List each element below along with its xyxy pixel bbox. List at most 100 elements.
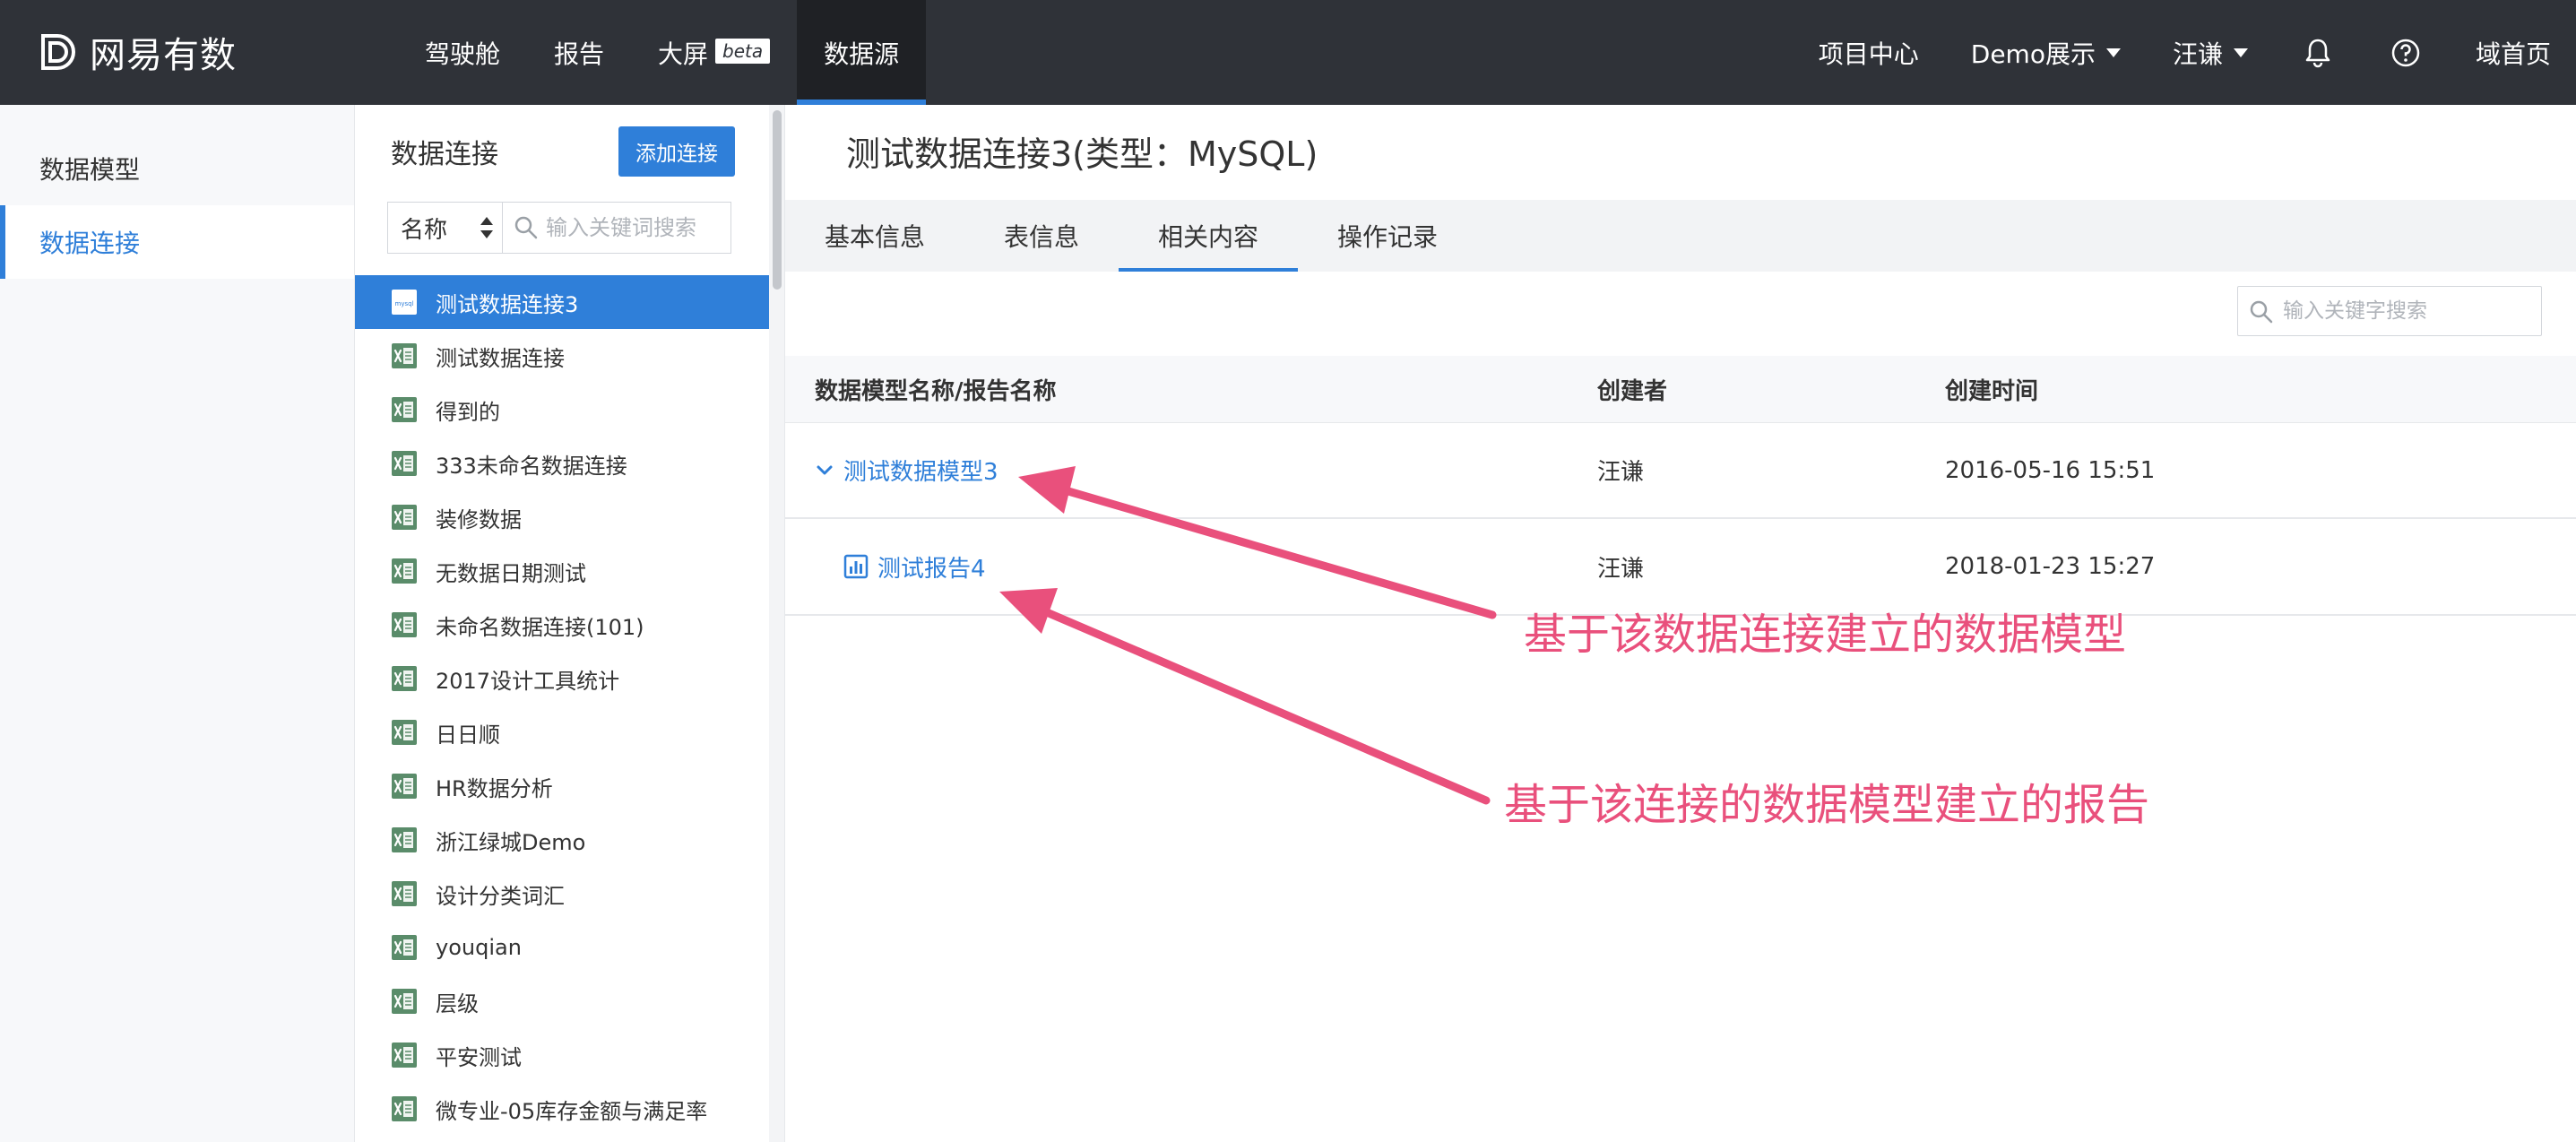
connection-list-item[interactable]: 得到的: [355, 383, 769, 437]
sidebar-item-label: 数据模型: [39, 155, 141, 185]
caret-down-icon: [2233, 48, 2248, 57]
connection-list-item[interactable]: 日日顺: [355, 705, 769, 759]
connection-list-item[interactable]: 层级: [355, 974, 769, 1028]
connection-list-item[interactable]: 设计分类词汇: [355, 867, 769, 921]
related-content-search-box: [2237, 286, 2542, 336]
nav-item-cockpit[interactable]: 驾驶舱: [398, 0, 527, 105]
sidebar-item-data-connection[interactable]: 数据连接: [0, 205, 354, 279]
user-name: 汪谦: [2172, 39, 2223, 69]
excel-icon: [392, 505, 417, 530]
connection-item-label: 设计分类词汇: [436, 883, 565, 909]
help-icon[interactable]: [2388, 35, 2424, 71]
cell-creator: 汪谦: [1597, 555, 1645, 583]
nav-item-label: 大屏: [658, 39, 709, 69]
report-chart-icon: [843, 554, 869, 579]
connection-item-label: youqian: [436, 935, 522, 960]
connection-list-scrollbar[interactable]: [769, 105, 784, 1142]
nav-item-big-screen[interactable]: 大屏 beta: [631, 0, 797, 105]
user-dropdown[interactable]: 汪谦: [2173, 35, 2248, 71]
excel-icon: [392, 935, 417, 960]
excel-icon: [392, 881, 417, 906]
report-link[interactable]: 测试报告4: [877, 550, 986, 584]
connection-list-item[interactable]: youqian: [355, 921, 769, 974]
nav-item-reports[interactable]: 报告: [527, 0, 631, 105]
tab-related-content[interactable]: 相关内容: [1119, 200, 1299, 272]
tab-label: 表信息: [1004, 222, 1080, 252]
tab-label: 基本信息: [825, 222, 926, 252]
connection-item-label: 无数据日期测试: [436, 560, 586, 586]
bell-icon[interactable]: [2300, 35, 2336, 71]
nav-item-label: 驾驶舱: [425, 39, 501, 69]
header-created-time: 创建时间: [1945, 377, 2039, 405]
connection-item-label: 测试数据连接: [436, 345, 565, 371]
connection-item-label: HR数据分析: [436, 775, 553, 801]
connection-item-label: 333未命名数据连接: [436, 453, 627, 479]
connection-item-label: 日日顺: [436, 722, 500, 748]
project-dropdown[interactable]: Demo展示: [1971, 35, 2121, 71]
excel-icon: [392, 720, 417, 745]
filter-select-value: 名称: [401, 216, 448, 244]
tab-label: 操作记录: [1337, 222, 1439, 252]
filter-field-select[interactable]: 名称: [387, 202, 502, 254]
svg-text:mysql: mysql: [395, 300, 414, 307]
table-row: 测试数据模型3 汪谦 2016-05-16 15:51: [785, 422, 2576, 519]
connection-list-item[interactable]: 装修数据: [355, 490, 769, 544]
scrollbar-thumb[interactable]: [773, 110, 782, 290]
cell-created-time: 2016-05-16 15:51: [1945, 456, 2156, 484]
left-sidebar: 数据模型 数据连接: [0, 105, 355, 1142]
tab-basic-info[interactable]: 基本信息: [785, 200, 964, 272]
connection-list-item[interactable]: 平安测试: [355, 1028, 769, 1082]
connection-item-label: 测试数据连接3: [436, 291, 579, 317]
sidebar-item-data-model[interactable]: 数据模型: [0, 132, 354, 205]
related-content-table: 数据模型名称/报告名称 创建者 创建时间 测试数据模型3 汪谦 2016-05-…: [785, 356, 2576, 616]
connection-list-item[interactable]: 无数据日期测试: [355, 544, 769, 598]
connection-search-input[interactable]: [546, 215, 725, 240]
connection-item-label: 未命名数据连接(101): [436, 614, 644, 640]
help-icon-glyph: [2391, 39, 2420, 66]
project-center-link[interactable]: 项目中心: [1819, 35, 1919, 71]
project-center-label: 项目中心: [1818, 39, 1919, 69]
nav-item-data-source[interactable]: 数据源: [797, 0, 927, 105]
brand[interactable]: 网易有数: [38, 25, 237, 79]
detail-title: 测试数据连接3(类型：MySQL): [846, 134, 1318, 174]
excel-icon: [392, 774, 417, 799]
excel-icon: [392, 827, 417, 852]
nav-item-label: 报告: [554, 39, 605, 69]
connection-list-item[interactable]: 浙江绿城Demo: [355, 813, 769, 867]
chevron-down-icon[interactable]: [815, 461, 834, 480]
mysql-icon: mysql: [392, 290, 417, 315]
connection-item-label: 2017设计工具统计: [436, 668, 620, 694]
connection-list-item[interactable]: 微专业-05库存金额与满足率: [355, 1082, 769, 1136]
tab-table-info[interactable]: 表信息: [964, 200, 1119, 272]
excel-icon: [392, 612, 417, 637]
domain-home-link[interactable]: 域首页: [2476, 35, 2551, 71]
connection-item-label: 层级: [436, 991, 479, 1017]
connection-list-item[interactable]: 未命名数据连接(101): [355, 598, 769, 652]
connection-list-item[interactable]: mysql 测试数据连接3: [355, 275, 769, 329]
excel-icon: [392, 989, 417, 1014]
excel-icon: [392, 343, 417, 368]
beta-badge: beta: [715, 38, 771, 64]
connection-list-item[interactable]: 2017设计工具统计: [355, 652, 769, 705]
add-connection-button[interactable]: 添加连接: [618, 126, 735, 177]
select-arrows-icon: [480, 217, 493, 238]
connection-list-panel: 数据连接 添加连接 名称 mysql 测试数据连接3 测试数据连接得到的 333未命名…: [355, 105, 785, 1142]
connection-item-label: 得到的: [436, 399, 500, 425]
connection-search-box: [502, 202, 731, 254]
related-content-search-input[interactable]: [2283, 299, 2525, 323]
connection-list-item[interactable]: 测试数据连接: [355, 329, 769, 383]
model-link[interactable]: 测试数据模型3: [843, 454, 998, 487]
connection-item-label: 装修数据: [436, 506, 522, 532]
tab-operation-log[interactable]: 操作记录: [1298, 200, 1477, 272]
table-header: 数据模型名称/报告名称 创建者 创建时间: [785, 356, 2576, 422]
nav-item-label: 数据源: [824, 39, 900, 69]
connection-item-label: 微专业-05库存金额与满足率: [436, 1098, 708, 1124]
caret-down-icon: [2105, 48, 2121, 57]
excel-icon: [392, 397, 417, 422]
search-icon: [2250, 300, 2273, 324]
connection-list-item[interactable]: HR数据分析: [355, 759, 769, 813]
cell-created-time: 2018-01-23 15:27: [1945, 553, 2156, 580]
connection-item-label: 浙江绿城Demo: [436, 829, 586, 855]
brand-name: 网易有数: [90, 35, 237, 76]
connection-list-item[interactable]: 333未命名数据连接: [355, 437, 769, 490]
